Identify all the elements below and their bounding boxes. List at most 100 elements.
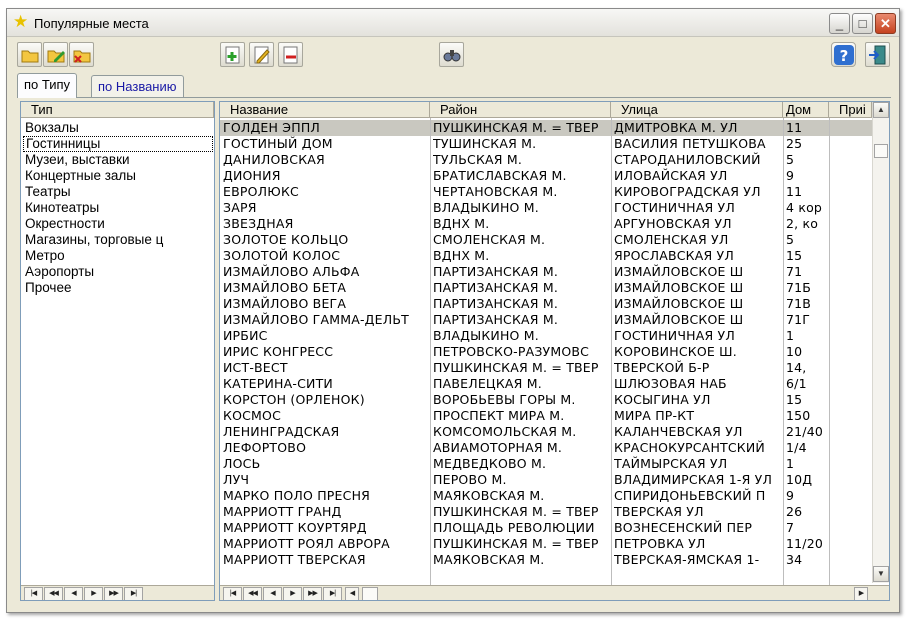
table-row[interactable]: ИСТ-ВЕСТ ПУШКИНСКАЯ М. = ТВЕР ТВЕРСКОЙ Б-Р… xyxy=(220,360,872,376)
table-row[interactable]: ЗАРЯ ВЛАДЫКИНО М. ГОСТИНИЧНАЯ УЛ 4 кор xyxy=(220,200,872,216)
next-page-button[interactable]: ▶▶ xyxy=(104,587,123,600)
first-record-button[interactable]: |◀ xyxy=(24,587,43,600)
table-row[interactable]: ДАНИЛОВСКАЯ ТУЛЬСКАЯ М. СТАРОДАНИЛОВСКИЙ 5 xyxy=(220,152,872,168)
type-list-item[interactable]: Прочее xyxy=(23,280,213,296)
type-list-item[interactable]: Музеи, выставки xyxy=(23,152,213,168)
table-row[interactable]: ЗВЕЗДНАЯ ВДНХ М. АРГУНОВСКАЯ УЛ 2, ко xyxy=(220,216,872,232)
last-record-button[interactable]: ▶| xyxy=(323,587,342,600)
first-record-button[interactable]: |◀ xyxy=(223,587,242,600)
vertical-scroll-thumb[interactable] xyxy=(874,144,888,158)
district-cell: ПРОСПЕКТ МИРА М. xyxy=(433,408,565,423)
delete-folder-button[interactable] xyxy=(69,42,94,67)
house-cell: 4 кор xyxy=(786,200,823,215)
minimize-button[interactable]: _ xyxy=(829,13,850,34)
table-row[interactable]: КОСМОС ПРОСПЕКТ МИРА М. МИРА ПР-КТ 150 xyxy=(220,408,872,424)
delete-record-button[interactable] xyxy=(278,42,303,67)
column-header-name[interactable]: Название xyxy=(220,102,430,118)
place-name-cell: ДИОНИЯ xyxy=(223,168,281,183)
scroll-up-button[interactable]: ▲ xyxy=(873,102,889,118)
next-page-button[interactable]: ▶▶ xyxy=(303,587,322,600)
street-cell: ВАСИЛИЯ ПЕТУШКОВА xyxy=(614,136,766,151)
table-row[interactable]: КОРСТОН (ОРЛЕНОК) ВОРОБЬЕВЫ ГОРЫ М. КОСЫГИ… xyxy=(220,392,872,408)
column-header-label: Район xyxy=(440,102,478,117)
vertical-scrollbar[interactable]: ▲ ▼ xyxy=(872,102,889,583)
district-cell: ПАРТИЗАНСКАЯ М. xyxy=(433,280,559,295)
column-header-district[interactable]: Район xyxy=(430,102,611,118)
horizontal-scroll-thumb[interactable] xyxy=(362,587,378,600)
table-row[interactable]: МАРРИОТТ ГРАНД ПУШКИНСКАЯ М. = ТВЕР ТВЕРСК… xyxy=(220,504,872,520)
maximize-button[interactable]: □ xyxy=(852,13,873,34)
street-cell: ИЗМАЙЛОВСКОЕ Ш xyxy=(614,312,744,327)
column-header-note[interactable]: Приі xyxy=(829,102,872,118)
column-header-street[interactable]: Улица xyxy=(611,102,783,118)
next-record-button[interactable]: ▶ xyxy=(283,587,302,600)
house-cell: 1/4 xyxy=(786,440,807,455)
prev-page-button[interactable]: ◀◀ xyxy=(243,587,262,600)
scroll-down-button[interactable]: ▼ xyxy=(873,566,889,582)
type-list-item[interactable]: Театры xyxy=(23,184,213,200)
house-cell: 71Б xyxy=(786,280,812,295)
column-divider xyxy=(783,118,784,586)
table-row[interactable]: ИЗМАЙЛОВО АЛЬФА ПАРТИЗАНСКАЯ М. ИЗМАЙЛОВСК… xyxy=(220,264,872,280)
title-bar[interactable]: ★ Популярные места _ □ ✕ xyxy=(7,9,899,37)
table-row[interactable]: МАРКО ПОЛО ПРЕСНЯ МАЯКОВСКАЯ М. СПИРИДОНЬЕ… xyxy=(220,488,872,504)
house-cell: 150 xyxy=(786,408,811,423)
open-folder-button[interactable] xyxy=(17,42,42,67)
house-cell: 5 xyxy=(786,232,795,247)
table-row[interactable]: ИЗМАЙЛОВО ГАММА-ДЕЛЬТ ПАРТИЗАНСКАЯ М. ИЗМА… xyxy=(220,312,872,328)
table-row[interactable]: ЛОСЬ МЕДВЕДКОВО М. ТАЙМЫРСКАЯ УЛ 1 xyxy=(220,456,872,472)
table-row[interactable]: МАРРИОТТ РОЯЛ АВРОРА ПУШКИНСКАЯ М. = ТВЕР… xyxy=(220,536,872,552)
prev-record-button[interactable]: ◀ xyxy=(64,587,83,600)
table-row[interactable]: МАРРИОТТ ТВЕРСКАЯ МАЯКОВСКАЯ М. ТВЕРСКАЯ-Я… xyxy=(220,552,872,568)
table-row[interactable]: ДИОНИЯ БРАТИСЛАВСКАЯ М. ИЛОВАЙСКАЯ УЛ 9 xyxy=(220,168,872,184)
close-button[interactable]: ✕ xyxy=(875,13,896,34)
type-list-item[interactable]: Вокзалы xyxy=(23,120,213,136)
table-row[interactable]: ИЗМАЙЛОВО БЕТА ПАРТИЗАНСКАЯ М. ИЗМАЙЛОВСКО… xyxy=(220,280,872,296)
type-list-item[interactable]: Кинотеатры xyxy=(23,200,213,216)
table-row[interactable]: ГОЛДЕН ЭППЛ ПУШКИНСКАЯ М. = ТВЕР ДМИТРОВКА… xyxy=(220,120,872,136)
place-name-cell: ЕВРОЛЮКС xyxy=(223,184,299,199)
exit-button[interactable] xyxy=(865,42,890,67)
table-row[interactable]: ЗОЛОТОЙ КОЛОС ВДНХ М. ЯРОСЛАВСКАЯ УЛ 15 xyxy=(220,248,872,264)
prev-record-button[interactable]: ◀ xyxy=(263,587,282,600)
street-cell: СПИРИДОНЬЕВСКИЙ П xyxy=(614,488,766,503)
type-list-item[interactable]: Аэропорты xyxy=(23,264,213,280)
place-name-cell: ИЗМАЙЛОВО АЛЬФА xyxy=(223,264,360,279)
tab-by-name[interactable]: по Названию xyxy=(91,75,184,98)
edit-record-button[interactable] xyxy=(249,42,274,67)
table-row[interactable]: ИРИС КОНГРЕСС ПЕТРОВСКО-РАЗУМОВС КОРОВИНСК… xyxy=(220,344,872,360)
table-row[interactable]: ИРБИС ВЛАДЫКИНО М. ГОСТИНИЧНАЯ УЛ 1 xyxy=(220,328,872,344)
scroll-left-button[interactable]: ◀ xyxy=(345,587,359,600)
table-row[interactable]: МАРРИОТТ КОУРТЯРД ПЛОЩАДЬ РЕВОЛЮЦИИ ВОЗНЕС… xyxy=(220,520,872,536)
place-name-cell: ЗОЛОТОЕ КОЛЬЦО xyxy=(223,232,349,247)
table-row[interactable]: ЛЕНИНГРАДСКАЯ КОМСОМОЛЬСКАЯ М. КАЛАНЧЕВСКА… xyxy=(220,424,872,440)
table-row[interactable]: КАТЕРИНА-СИТИ ПАВЕЛЕЦКАЯ М. ШЛЮЗОВАЯ НАБ 6/… xyxy=(220,376,872,392)
table-row[interactable]: ЗОЛОТОЕ КОЛЬЦО СМОЛЕНСКАЯ М. СМОЛЕНСКАЯ УЛ… xyxy=(220,232,872,248)
table-row[interactable]: ГОСТИНЫЙ ДОМ ТУШИНСКАЯ М. ВАСИЛИЯ ПЕТУШКОВ… xyxy=(220,136,872,152)
type-column-header[interactable]: Тип xyxy=(21,102,214,118)
help-button[interactable]: ? xyxy=(831,42,856,67)
add-record-button[interactable] xyxy=(220,42,245,67)
table-row[interactable]: ИЗМАЙЛОВО ВЕГА ПАРТИЗАНСКАЯ М. ИЗМАЙЛОВСКО… xyxy=(220,296,872,312)
street-cell: ТВЕРСКАЯ-ЯМСКАЯ 1- xyxy=(614,552,760,567)
place-name-cell: МАРРИОТТ ТВЕРСКАЯ xyxy=(223,552,366,567)
column-header-house[interactable]: Дом xyxy=(783,102,829,118)
tab-by-type[interactable]: по Типу xyxy=(17,73,78,98)
type-list-item[interactable]: Метро xyxy=(23,248,213,264)
type-list-item[interactable]: Магазины, торговые ц xyxy=(23,232,213,248)
house-cell: 71 xyxy=(786,264,803,279)
edit-folder-button[interactable] xyxy=(43,42,68,67)
street-cell: ПЕТРОВКА УЛ xyxy=(614,536,706,551)
prev-page-button[interactable]: ◀◀ xyxy=(44,587,63,600)
table-row[interactable]: ЕВРОЛЮКС ЧЕРТАНОВСКАЯ М. КИРОВОГРАДСКАЯ УЛ… xyxy=(220,184,872,200)
table-row[interactable]: ЛУЧ ПЕРОВО М. ВЛАДИМИРСКАЯ 1-Я УЛ 10Д xyxy=(220,472,872,488)
type-list-item[interactable]: Окрестности xyxy=(23,216,213,232)
type-list-item[interactable]: Концертные залы xyxy=(23,168,213,184)
table-row[interactable]: ЛЕФОРТОВО АВИАМОТОРНАЯ М. КРАСНОКУРСАНТСКИ… xyxy=(220,440,872,456)
scroll-right-button[interactable]: ▶ xyxy=(854,587,868,600)
type-list-item[interactable]: Гостинницы xyxy=(23,136,213,152)
house-cell: 11 xyxy=(786,184,803,199)
search-button[interactable] xyxy=(439,42,464,67)
last-record-button[interactable]: ▶| xyxy=(124,587,143,600)
next-record-button[interactable]: ▶ xyxy=(84,587,103,600)
